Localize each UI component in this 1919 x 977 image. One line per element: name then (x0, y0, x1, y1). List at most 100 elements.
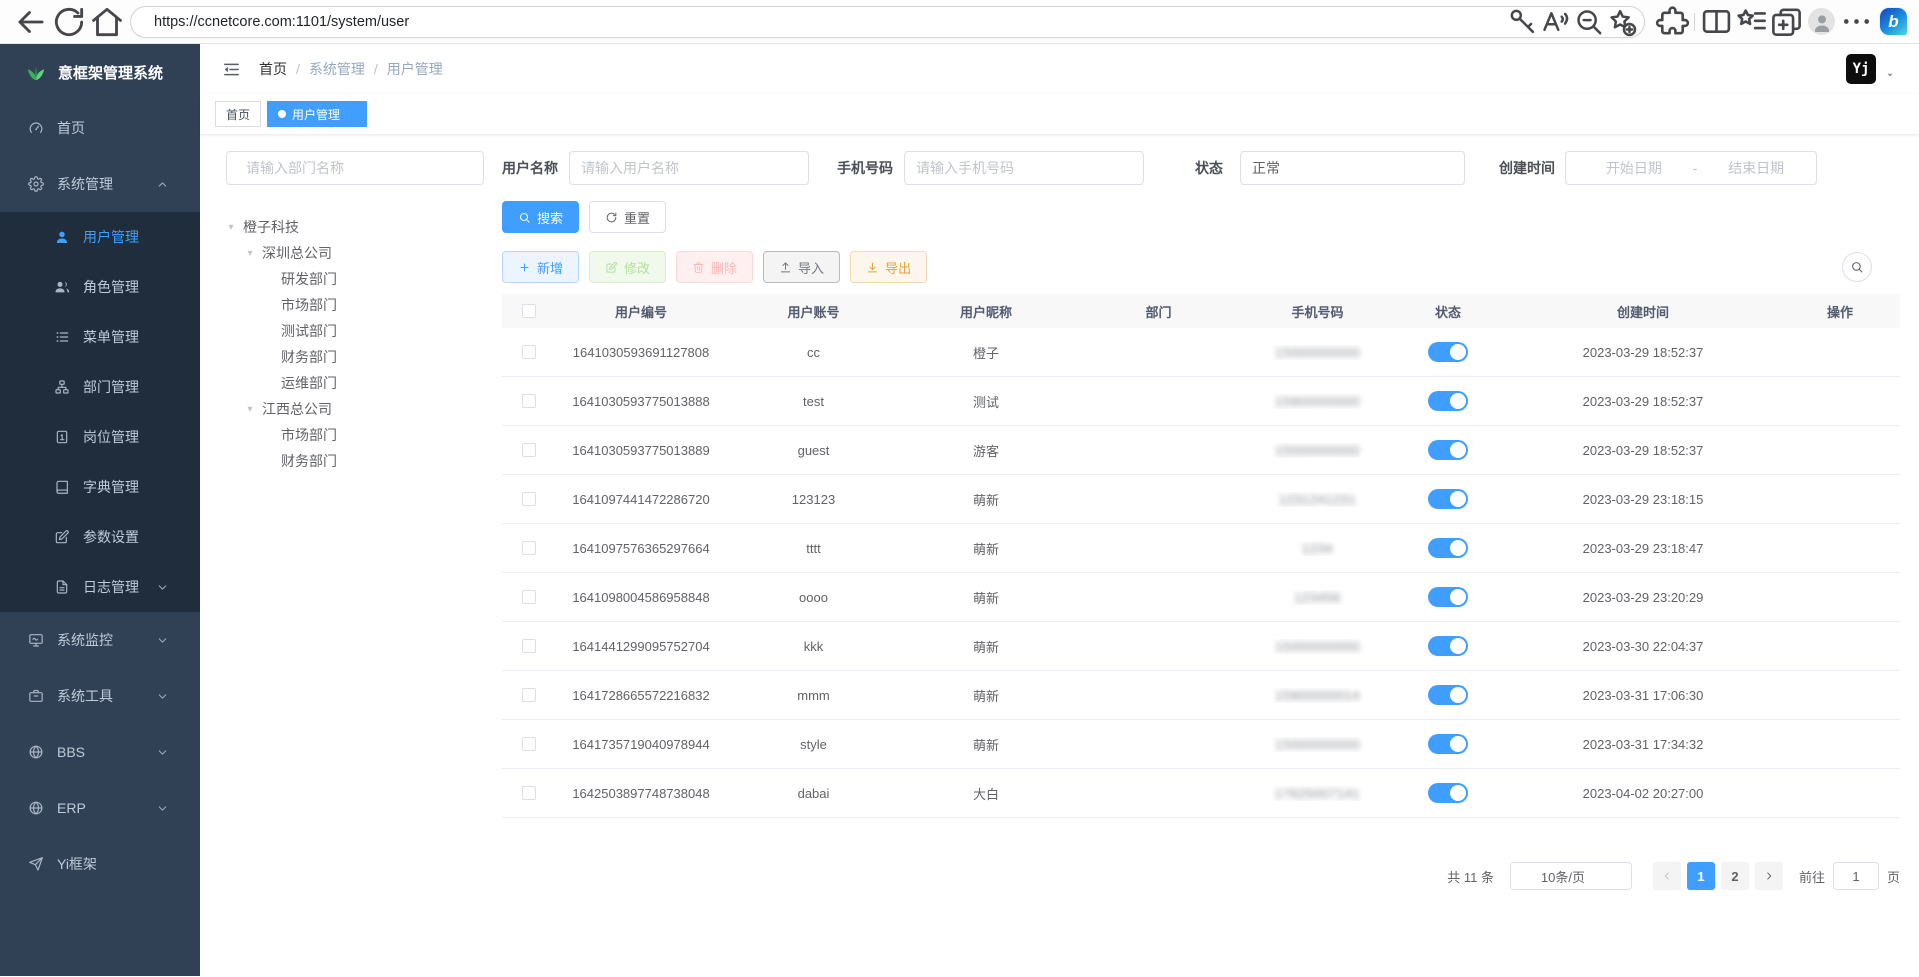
status-toggle[interactable] (1428, 489, 1468, 509)
tree-node-财务部门[interactable]: 财务部门 (215, 448, 485, 474)
bing-copilot-icon[interactable]: b (1880, 8, 1907, 35)
favorites-bar-icon[interactable] (1734, 5, 1769, 39)
tree-node-市场部门[interactable]: 市场部门 (215, 292, 485, 318)
page-button-1[interactable]: 1 (1687, 862, 1715, 890)
sidebar-item-角色管理[interactable]: 角色管理 (0, 262, 200, 312)
tree-caret-icon[interactable]: ▾ (225, 222, 237, 233)
add-favorite-icon[interactable] (1605, 5, 1638, 39)
collections-icon[interactable] (1769, 5, 1804, 39)
breadcrumb-item[interactable]: 用户管理 (387, 59, 443, 79)
phone-field[interactable] (916, 160, 1132, 176)
row-checkbox[interactable] (522, 639, 536, 653)
status-toggle[interactable] (1428, 636, 1468, 656)
sidebar-item-Yi框架[interactable]: Yi框架 (0, 836, 200, 892)
breadcrumb-item[interactable]: 首页 (259, 59, 287, 79)
username-input[interactable] (569, 151, 809, 185)
table-row: 1641098004586958848oooo萌新1234562023-03-2… (502, 573, 1900, 622)
sidebar-item-首页[interactable]: 首页 (0, 100, 200, 156)
row-checkbox[interactable] (522, 492, 536, 506)
tree-node-财务部门[interactable]: 财务部门 (215, 344, 485, 370)
导入-button[interactable]: 导入 (763, 251, 840, 283)
status-toggle[interactable] (1428, 783, 1468, 803)
新增-button[interactable]: 新增 (502, 251, 579, 283)
split-screen-icon[interactable] (1699, 5, 1734, 39)
page-button-2[interactable]: 2 (1721, 862, 1749, 890)
status-toggle[interactable] (1428, 342, 1468, 362)
url-text[interactable]: https://ccnetcore.com:1101/system/user (154, 14, 1506, 30)
sidebar-item-系统工具[interactable]: 系统工具 (0, 668, 200, 724)
browser-menu-icon[interactable] (1839, 5, 1874, 39)
sidebar-item-系统监控[interactable]: 系统监控 (0, 612, 200, 668)
date-range-picker[interactable]: 开始日期 - 结束日期 (1565, 151, 1817, 185)
tree-node-江西总公司[interactable]: ▾江西总公司 (215, 396, 485, 422)
browser-refresh-icon[interactable] (50, 5, 88, 39)
browser-back-icon[interactable] (12, 5, 50, 39)
jump-page-input[interactable] (1833, 862, 1879, 890)
address-bar[interactable]: https://ccnetcore.com:1101/system/user (130, 6, 1645, 38)
browser-home-icon[interactable] (88, 5, 126, 39)
sidebar-item-岗位管理[interactable]: 岗位管理 (0, 412, 200, 462)
password-key-icon[interactable] (1506, 5, 1539, 39)
date-end-placeholder[interactable]: 结束日期 (1707, 158, 1805, 178)
row-checkbox[interactable] (522, 590, 536, 604)
department-search-field[interactable] (246, 160, 472, 176)
sidebar-item-系统管理[interactable]: 系统管理 (0, 156, 200, 212)
tree-node-研发部门[interactable]: 研发部门 (215, 266, 485, 292)
sidebar-item-日志管理[interactable]: 日志管理 (0, 562, 200, 612)
status-toggle[interactable] (1428, 391, 1468, 411)
tree-node-运维部门[interactable]: 运维部门 (215, 370, 485, 396)
tab-首页[interactable]: 首页 (215, 101, 261, 127)
department-search-input[interactable] (226, 151, 484, 185)
phone-input[interactable] (904, 151, 1144, 185)
extensions-icon[interactable] (1655, 5, 1690, 39)
tree-caret-icon[interactable]: ▾ (244, 248, 256, 259)
status-toggle[interactable] (1428, 538, 1468, 558)
menu-fold-icon[interactable] (222, 60, 241, 79)
sidebar-item-字典管理[interactable]: 字典管理 (0, 462, 200, 512)
user-phone: 1234 (1245, 541, 1390, 556)
show-search-button[interactable] (1842, 252, 1872, 282)
sidebar-item-BBS[interactable]: BBS (0, 724, 200, 780)
next-page-button[interactable] (1755, 862, 1783, 890)
tree-node-深圳总公司[interactable]: ▾深圳总公司 (215, 240, 485, 266)
status-toggle[interactable] (1428, 734, 1468, 754)
tab-用户管理[interactable]: 用户管理 (267, 101, 367, 127)
read-aloud-icon[interactable] (1539, 5, 1572, 39)
修改-button[interactable]: 修改 (589, 251, 666, 283)
page-size-select[interactable]: 10条/页 (1510, 862, 1632, 890)
username-field[interactable] (581, 160, 797, 176)
row-checkbox[interactable] (522, 786, 536, 800)
row-checkbox[interactable] (522, 345, 536, 359)
row-checkbox[interactable] (522, 688, 536, 702)
status-toggle[interactable] (1428, 685, 1468, 705)
breadcrumb-item[interactable]: 系统管理 (309, 59, 365, 79)
reset-button[interactable]: 重置 (589, 201, 666, 233)
sidebar-item-参数设置[interactable]: 参数设置 (0, 512, 200, 562)
status-toggle[interactable] (1428, 587, 1468, 607)
status-select[interactable]: 正常 (1240, 151, 1465, 185)
删除-button[interactable]: 删除 (676, 251, 753, 283)
tree-node-测试部门[interactable]: 测试部门 (215, 318, 485, 344)
prev-page-button[interactable] (1653, 862, 1681, 890)
select-all-checkbox[interactable] (522, 304, 536, 318)
row-checkbox[interactable] (522, 541, 536, 555)
close-icon[interactable] (346, 109, 356, 119)
row-checkbox[interactable] (522, 737, 536, 751)
导出-button[interactable]: 导出 (850, 251, 927, 283)
tree-node-市场部门[interactable]: 市场部门 (215, 422, 485, 448)
status-toggle[interactable] (1428, 440, 1468, 460)
avatar-caret-icon[interactable] (1885, 70, 1895, 80)
date-start-placeholder[interactable]: 开始日期 (1585, 158, 1683, 178)
zoom-out-icon[interactable] (1572, 5, 1605, 39)
tree-caret-icon[interactable]: ▾ (244, 404, 256, 415)
browser-profile-avatar[interactable] (1804, 5, 1839, 39)
sidebar-item-菜单管理[interactable]: 菜单管理 (0, 312, 200, 362)
sidebar-item-用户管理[interactable]: 用户管理 (0, 212, 200, 262)
sidebar-item-部门管理[interactable]: 部门管理 (0, 362, 200, 412)
sidebar-item-ERP[interactable]: ERP (0, 780, 200, 836)
row-checkbox[interactable] (522, 394, 536, 408)
row-checkbox[interactable] (522, 443, 536, 457)
tree-node-橙子科技[interactable]: ▾橙子科技 (215, 214, 485, 240)
user-avatar[interactable]: Yj (1846, 54, 1876, 84)
search-button[interactable]: 搜索 (502, 201, 579, 233)
